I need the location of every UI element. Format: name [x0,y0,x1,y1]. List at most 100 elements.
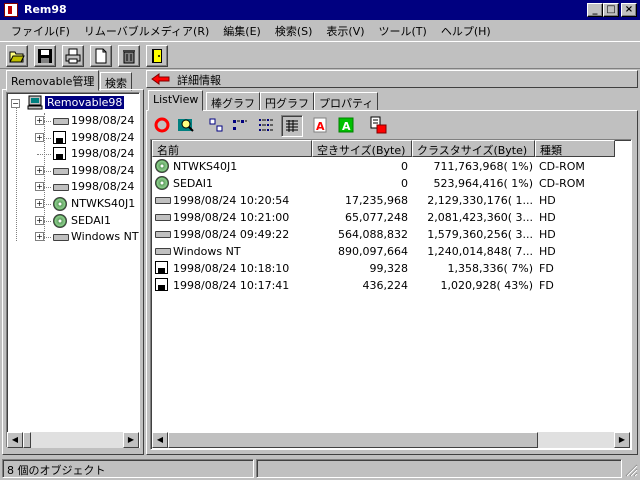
scroll-left-arrow-icon[interactable]: ◀ [7,432,23,448]
row-cluster-size: 1,579,360,256( 3... [427,228,533,241]
row-free-size: 890,097,664 [338,245,408,258]
expand-toggle-icon[interactable]: + [35,132,44,142]
scroll-right-arrow-icon[interactable]: ▶ [123,432,139,448]
small-icons-icon [233,120,247,130]
print-icon [65,48,81,64]
menu-file[interactable]: ファイル(F) [4,21,77,40]
column-cluster-size[interactable]: クラスタサイズ(Byte) [412,140,535,157]
expand-toggle-icon[interactable]: + [35,199,44,208]
column-free-size[interactable]: 空きサイズ(Byte) [312,140,412,157]
list-scroll-thumb[interactable] [168,432,538,448]
close-button[interactable]: × [621,3,637,17]
new-button[interactable] [90,45,112,67]
tree-item-label: 1998/08/24 [71,163,135,177]
row-name: 1998/08/24 09:49:22 [173,228,290,241]
stop-button[interactable] [152,115,172,135]
small-icons-button[interactable] [230,115,250,135]
row-free-size: 65,077,248 [345,211,408,224]
list-row[interactable]: 1998/08/24 10:20:54 17,235,968 2,129,330,1… [151,192,631,209]
app-icon[interactable] [4,3,18,17]
row-name: 1998/08/24 10:20:54 [173,194,290,207]
list-row[interactable]: NTWKS40J1 0 711,763,968( 1%) CD-ROM [151,158,631,175]
expand-toggle-icon[interactable]: + [35,182,44,192]
tree-root-label[interactable]: Removable98 [45,96,125,109]
tab-removable-management[interactable]: Removable管理 [6,70,100,91]
details-button[interactable] [281,115,303,137]
hard-drive-icon [53,184,69,192]
menu-search[interactable]: 検索(S) [268,21,320,40]
tree-horizontal-scrollbar[interactable]: ◀ ▶ [7,432,139,448]
menu-removable-media[interactable]: リムーバブルメディア(R) [77,21,216,40]
row-name: 1998/08/24 10:21:00 [173,211,290,224]
column-type[interactable]: 種類 [535,140,615,157]
list-icon [259,119,273,131]
list-horizontal-scrollbar[interactable]: ◀ ▶ [152,432,630,448]
back-arrow-icon[interactable] [151,73,171,88]
row-type: CD-ROM [539,160,585,173]
list-row[interactable]: Windows NT 890,097,664 1,240,014,848( 7...… [151,243,631,260]
tab-bar-graph[interactable]: 棒グラフ [206,92,260,111]
hard-drive-icon [53,234,69,242]
search-view-button[interactable] [176,115,196,135]
menu-edit[interactable]: 編集(E) [216,21,268,40]
sort-descending-button[interactable]: A [336,115,356,135]
row-free-size: 436,224 [362,279,409,292]
list-row[interactable]: 1998/08/24 09:49:22 564,088,832 1,579,360,… [151,226,631,243]
list-button[interactable] [256,115,276,135]
row-cluster-size: 1,020,928( 43%) [440,279,533,292]
list-row[interactable]: 1998/08/24 10:18:10 99,328 1,358,336( 7%) F… [151,260,631,277]
list-row[interactable]: SEDAI1 0 523,964,416( 1%) CD-ROM [151,175,631,192]
magnifier-icon [178,119,194,132]
exit-button[interactable] [146,45,168,67]
menu-bar: ファイル(F) リムーバブルメディア(R) 編集(E) 検索(S) 表示(V) … [0,21,640,40]
floppy-disk-icon [155,278,168,291]
resize-grip-icon[interactable] [624,463,638,477]
list-scroll-right-icon[interactable]: ▶ [614,432,630,448]
delete-button[interactable] [118,45,140,67]
row-cluster-size: 2,081,423,360( 3... [427,211,533,224]
row-type: FD [539,279,554,292]
open-button[interactable] [6,45,28,67]
export-button[interactable] [368,115,388,135]
tab-properties[interactable]: プロパティ [314,92,379,111]
row-type: HD [539,194,556,207]
expand-toggle-icon[interactable]: + [35,232,44,242]
tree-item-label: SEDAI1 [71,213,111,227]
list-view[interactable]: 名前 空きサイズ(Byte) クラスタサイズ(Byte) 種類 ◀ ▶ NTWK… [150,139,632,450]
cd-rom-icon [155,159,169,173]
large-icons-button[interactable] [206,115,226,135]
minimize-button[interactable]: _ [587,3,603,17]
scroll-thumb[interactable] [23,432,31,448]
row-free-size: 564,088,832 [338,228,408,241]
window-title: Rem98 [24,3,67,16]
row-cluster-size: 711,763,968( 1%) [433,160,533,173]
title-bar[interactable]: Rem98 _ □ × [0,0,640,20]
status-bar: 8 個のオブジェクト [0,457,640,480]
svg-text:A: A [316,120,325,133]
hard-drive-icon [155,248,171,255]
list-scroll-left-icon[interactable]: ◀ [152,432,168,448]
tab-listview[interactable]: ListView [148,90,204,111]
row-cluster-size: 2,129,330,176( 1... [427,194,533,207]
print-button[interactable] [62,45,84,67]
tab-pie-graph[interactable]: 円グラフ [260,92,314,111]
sort-ascending-button[interactable]: A [310,115,330,135]
column-name[interactable]: 名前 [152,140,312,157]
svg-text:A: A [342,120,351,133]
trash-icon [123,50,135,64]
list-row[interactable]: 1998/08/24 10:17:41 436,224 1,020,928( 43%… [151,277,631,294]
list-row[interactable]: 1998/08/24 10:21:00 65,077,248 2,081,423,3… [151,209,631,226]
menu-view[interactable]: 表示(V) [319,21,371,40]
expand-toggle-icon[interactable]: + [35,165,44,175]
menu-help[interactable]: ヘルプ(H) [434,21,498,40]
menu-tools[interactable]: ツール(T) [372,21,434,40]
row-name: 1998/08/24 10:18:10 [173,262,290,275]
expand-toggle-icon[interactable]: + [35,215,44,225]
cd-rom-icon [155,176,169,190]
maximize-button[interactable]: □ [603,3,619,17]
tree-view[interactable]: − Removable98 +1998/08/24 +1998/08/24 1998… [6,92,140,448]
open-folder-icon [9,51,25,63]
expand-toggle-icon[interactable]: + [35,116,44,125]
save-button[interactable] [34,45,56,67]
tree-item-label: Windows NT [71,230,139,244]
